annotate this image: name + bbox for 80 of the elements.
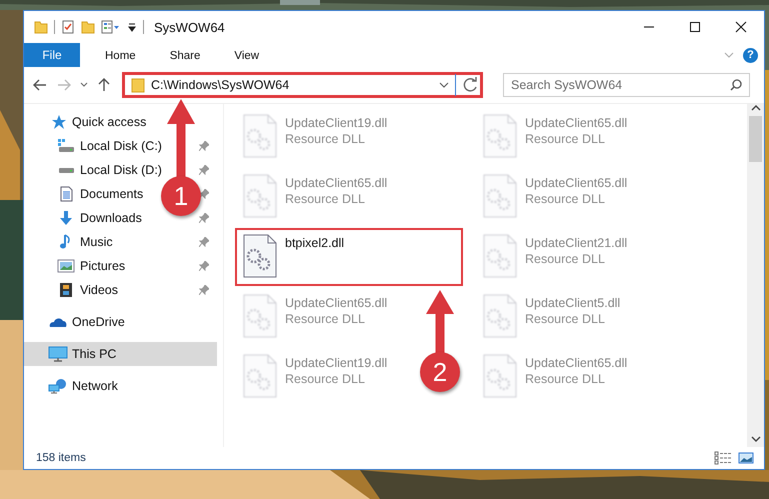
highlight-frame[interactable]: btpixel2.dll xyxy=(235,228,463,286)
tiles-view-icon[interactable] xyxy=(738,451,754,465)
up-arrow-icon[interactable] xyxy=(98,78,110,92)
pin-icon[interactable] xyxy=(199,141,209,151)
dropdown-caret-icon[interactable] xyxy=(80,82,88,88)
file-gears-icon xyxy=(243,294,277,338)
nav-item[interactable]: Documents xyxy=(80,187,144,201)
folder-icon xyxy=(131,77,145,93)
checklist-icon[interactable] xyxy=(61,20,75,34)
file-type: Resource DLL xyxy=(285,372,366,386)
scroll-down-icon[interactable] xyxy=(750,435,760,443)
file-type: Resource DLL xyxy=(285,192,366,206)
nav-item[interactable]: OneDrive xyxy=(72,315,125,329)
scroll-up-icon[interactable] xyxy=(750,104,760,112)
file-type: Resource DLL xyxy=(525,252,606,266)
back-arrow-icon[interactable] xyxy=(33,79,47,91)
properties-icon[interactable] xyxy=(101,20,121,34)
monitor-icon xyxy=(48,346,68,362)
pin-icon[interactable] xyxy=(199,213,209,223)
ribbon-tab[interactable]: View xyxy=(217,43,276,67)
file-gears-icon xyxy=(243,234,277,278)
annotation-arrow xyxy=(426,290,454,354)
nav-item[interactable]: Local Disk (D:) xyxy=(80,163,162,177)
file-type: Resource DLL xyxy=(285,312,366,326)
pin-icon[interactable] xyxy=(199,285,209,295)
nav-item[interactable]: Local Disk (C:) xyxy=(80,139,162,153)
file-name[interactable]: UpdateClient19.dll xyxy=(285,356,388,370)
picture-icon xyxy=(57,258,75,274)
item-count: 158 items xyxy=(36,452,87,464)
nav-item[interactable]: Videos xyxy=(80,283,118,297)
file-type: Resource DLL xyxy=(525,132,606,146)
search-icon[interactable] xyxy=(730,79,742,91)
pin-icon[interactable] xyxy=(199,261,209,271)
nav-item[interactable]: Network xyxy=(72,379,118,393)
file-gears-icon xyxy=(483,234,517,278)
file-type: Resource DLL xyxy=(525,312,606,326)
file-gears-icon xyxy=(483,354,517,398)
network-icon xyxy=(48,378,68,394)
file-gears-icon xyxy=(483,174,517,218)
download-icon xyxy=(57,210,75,226)
file-type: Resource DLL xyxy=(525,372,606,386)
search-field[interactable]: Search SysWOW64 xyxy=(503,73,750,97)
nav-item[interactable]: This PC xyxy=(72,347,116,361)
details-view-icon[interactable] xyxy=(714,451,732,465)
pin-icon[interactable] xyxy=(199,189,209,199)
file-name[interactable]: UpdateClient65.dll xyxy=(285,296,388,310)
file-name[interactable]: UpdateClient21.dll xyxy=(525,236,628,250)
address-bar[interactable]: C:\Windows\SysWOW64 xyxy=(122,72,483,98)
file-name[interactable]: UpdateClient19.dll xyxy=(285,116,388,130)
file-name[interactable]: UpdateClient65.dll xyxy=(525,176,628,190)
file-name[interactable]: btpixel2.dll xyxy=(285,236,344,250)
window-title: SysWOW64 xyxy=(154,20,226,34)
file-gears-icon xyxy=(483,294,517,338)
file-gears-icon xyxy=(243,354,277,398)
help-button[interactable]: ? xyxy=(743,48,758,62)
drive-icon xyxy=(58,168,74,172)
dropdown-caret-icon[interactable] xyxy=(439,81,449,89)
nav-item[interactable]: Downloads xyxy=(80,211,142,225)
ribbon-tab[interactable]: Share xyxy=(152,43,218,67)
ribbon-tab[interactable]: Home xyxy=(88,43,153,67)
file-name[interactable]: UpdateClient65.dll xyxy=(285,176,388,190)
pin-icon[interactable] xyxy=(199,165,209,175)
nav-item[interactable]: Pictures xyxy=(80,259,126,273)
film-icon xyxy=(57,282,75,298)
file-name[interactable]: UpdateClient65.dll xyxy=(525,116,628,130)
folder-icon[interactable] xyxy=(34,20,48,34)
file-name[interactable]: UpdateClient65.dll xyxy=(525,356,628,370)
pin-icon[interactable] xyxy=(199,237,209,247)
nav-item[interactable]: Quick access xyxy=(72,115,146,129)
file-gears-icon xyxy=(243,174,277,218)
file-type: Resource DLL xyxy=(525,192,606,206)
folder-icon[interactable] xyxy=(81,20,95,34)
file-gears-icon xyxy=(243,114,277,158)
drive-icon xyxy=(57,138,75,154)
file-name[interactable]: UpdateClient5.dll xyxy=(525,296,620,310)
scrollbar-thumb[interactable] xyxy=(749,116,762,162)
file-gears-icon xyxy=(483,114,517,158)
file-menu-button[interactable]: File xyxy=(24,43,80,67)
file-type: Resource DLL xyxy=(285,132,366,146)
nav-item[interactable]: Music xyxy=(80,235,113,249)
